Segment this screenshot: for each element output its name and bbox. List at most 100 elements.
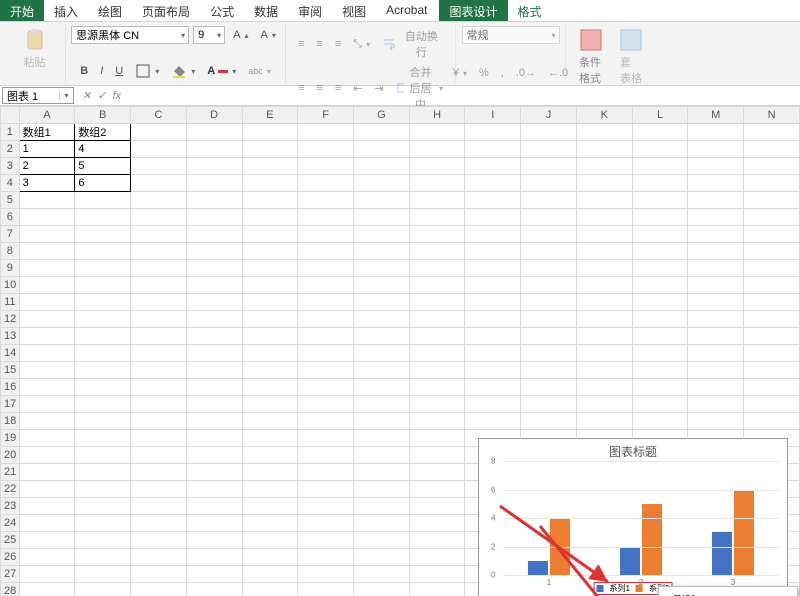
cell-A3[interactable]: 2 — [19, 158, 75, 175]
cell-G20[interactable] — [353, 447, 409, 464]
cell-G22[interactable] — [353, 481, 409, 498]
cell-N4[interactable] — [744, 175, 800, 192]
cell-D19[interactable] — [186, 430, 242, 447]
cell-H2[interactable] — [409, 141, 465, 158]
cell-H22[interactable] — [409, 481, 465, 498]
cell-E12[interactable] — [242, 311, 298, 328]
cell-F13[interactable] — [298, 328, 354, 345]
cell-I15[interactable] — [465, 362, 521, 379]
fill-color-button[interactable]: ▾ — [167, 61, 199, 81]
cell-M16[interactable] — [688, 379, 744, 396]
cell-J14[interactable] — [521, 345, 577, 362]
inc-decimal-button[interactable]: .0→ — [512, 65, 540, 81]
cell-A16[interactable] — [19, 379, 75, 396]
cell-M1[interactable] — [688, 124, 744, 141]
cell-K5[interactable] — [576, 192, 632, 209]
cell-C21[interactable] — [131, 464, 187, 481]
col-header-F[interactable]: F — [298, 107, 354, 124]
tab-draw[interactable]: 绘图 — [88, 0, 132, 21]
cell-G25[interactable] — [353, 532, 409, 549]
cell-F12[interactable] — [298, 311, 354, 328]
col-header-H[interactable]: H — [409, 107, 465, 124]
row-header-2[interactable]: 2 — [1, 141, 20, 158]
cell-N14[interactable] — [744, 345, 800, 362]
cell-E1[interactable] — [242, 124, 298, 141]
cell-K11[interactable] — [576, 294, 632, 311]
cell-K2[interactable] — [576, 141, 632, 158]
col-header-E[interactable]: E — [242, 107, 298, 124]
cell-I7[interactable] — [465, 226, 521, 243]
cell-H21[interactable] — [409, 464, 465, 481]
align-middle-button[interactable]: ≡ — [312, 36, 326, 52]
cell-L7[interactable] — [632, 226, 688, 243]
cell-G23[interactable] — [353, 498, 409, 515]
cell-M14[interactable] — [688, 345, 744, 362]
cell-B27[interactable] — [75, 566, 131, 583]
cell-M6[interactable] — [688, 209, 744, 226]
col-header-B[interactable]: B — [75, 107, 131, 124]
cell-G3[interactable] — [353, 158, 409, 175]
row-header-18[interactable]: 18 — [1, 413, 20, 430]
chart-title[interactable]: 图表标题 — [479, 439, 787, 460]
comma-button[interactable]: , — [497, 65, 508, 81]
row-header-7[interactable]: 7 — [1, 226, 20, 243]
cell-F8[interactable] — [298, 243, 354, 260]
cell-F6[interactable] — [298, 209, 354, 226]
font-size-select[interactable]: 9 — [193, 26, 225, 44]
cell-F25[interactable] — [298, 532, 354, 549]
cell-E16[interactable] — [242, 379, 298, 396]
cell-M15[interactable] — [688, 362, 744, 379]
align-right-button[interactable]: ≡ — [331, 80, 345, 96]
cell-B12[interactable] — [75, 311, 131, 328]
bar-系列1-2[interactable] — [620, 547, 640, 576]
fx-icon[interactable]: fx — [112, 90, 121, 102]
cell-C14[interactable] — [131, 345, 187, 362]
cell-J5[interactable] — [521, 192, 577, 209]
cell-H27[interactable] — [409, 566, 465, 583]
cell-D23[interactable] — [186, 498, 242, 515]
cell-L8[interactable] — [632, 243, 688, 260]
cell-G27[interactable] — [353, 566, 409, 583]
cell-M17[interactable] — [688, 396, 744, 413]
tab-chart-design[interactable]: 图表设计 — [439, 0, 507, 21]
cell-K4[interactable] — [576, 175, 632, 192]
cell-A2[interactable]: 1 — [19, 141, 75, 158]
cell-I16[interactable] — [465, 379, 521, 396]
row-header-6[interactable]: 6 — [1, 209, 20, 226]
cell-E14[interactable] — [242, 345, 298, 362]
cell-I2[interactable] — [465, 141, 521, 158]
cell-B5[interactable] — [75, 192, 131, 209]
paste-button[interactable]: 粘贴 — [17, 26, 53, 72]
cell-F26[interactable] — [298, 549, 354, 566]
cell-F7[interactable] — [298, 226, 354, 243]
cell-H17[interactable] — [409, 396, 465, 413]
align-center-button[interactable]: ≡ — [312, 80, 326, 96]
cell-N7[interactable] — [744, 226, 800, 243]
cell-H3[interactable] — [409, 158, 465, 175]
row-header-3[interactable]: 3 — [1, 158, 20, 175]
cell-B9[interactable] — [75, 260, 131, 277]
cell-H15[interactable] — [409, 362, 465, 379]
cell-C25[interactable] — [131, 532, 187, 549]
cell-J9[interactable] — [521, 260, 577, 277]
cell-B19[interactable] — [75, 430, 131, 447]
cell-E2[interactable] — [242, 141, 298, 158]
select-all-corner[interactable] — [1, 107, 20, 124]
cell-K16[interactable] — [576, 379, 632, 396]
cell-A22[interactable] — [19, 481, 75, 498]
cell-D24[interactable] — [186, 515, 242, 532]
cell-J18[interactable] — [521, 413, 577, 430]
cell-F10[interactable] — [298, 277, 354, 294]
cell-B3[interactable]: 5 — [75, 158, 131, 175]
cell-M12[interactable] — [688, 311, 744, 328]
cell-K1[interactable] — [576, 124, 632, 141]
cell-A5[interactable] — [19, 192, 75, 209]
cell-J4[interactable] — [521, 175, 577, 192]
cell-B6[interactable] — [75, 209, 131, 226]
cell-K10[interactable] — [576, 277, 632, 294]
row-header-22[interactable]: 22 — [1, 481, 20, 498]
cell-K12[interactable] — [576, 311, 632, 328]
cell-H1[interactable] — [409, 124, 465, 141]
cell-D4[interactable] — [186, 175, 242, 192]
cell-A20[interactable] — [19, 447, 75, 464]
